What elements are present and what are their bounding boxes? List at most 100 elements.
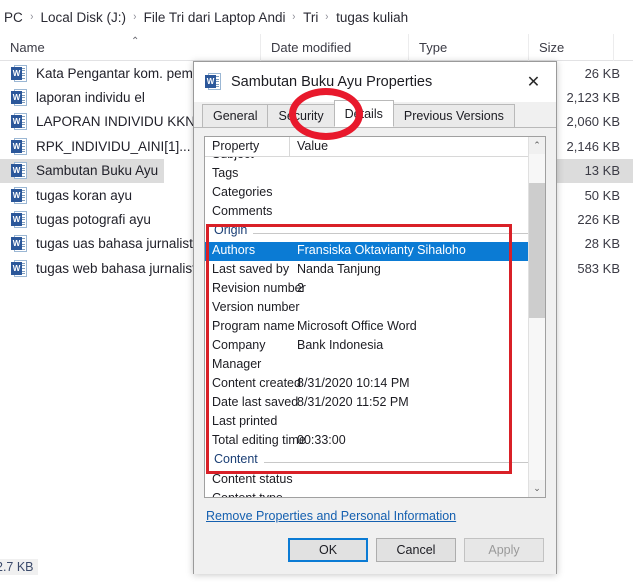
file-name-cell: Wtugas koran ayu <box>0 183 138 207</box>
file-name-cell: Wlaporan individu el <box>0 85 151 109</box>
property-name: Categories <box>212 185 273 199</box>
file-name: Sambutan Buku Ayu <box>36 163 159 179</box>
breadcrumb-item[interactable]: Tri <box>303 10 318 25</box>
word-document-icon: W <box>11 162 28 180</box>
file-name-cell: W Sambutan Buku Ayu <box>0 158 165 183</box>
file-name-cell: Wtugas web bahasa jurnalistik <box>0 256 212 280</box>
cancel-button[interactable]: Cancel <box>376 538 456 562</box>
dialog-title: Sambutan Buku Ayu Properties <box>231 74 433 90</box>
screen: PC › Local Disk (J:) › File Tri dari Laptop … <box>0 0 633 582</box>
tab-details[interactable]: Details <box>333 100 394 127</box>
status-selected-size: 2.7 KB <box>0 559 38 575</box>
property-row[interactable]: Subject <box>205 157 545 165</box>
property-row[interactable]: Company Bank Indonesia <box>205 337 545 356</box>
tab-previous-versions[interactable]: Previous Versions <box>392 104 515 127</box>
close-icon[interactable]: ✕ <box>511 62 556 102</box>
property-value: 8/31/2020 10:14 PM <box>297 376 410 390</box>
file-name: tugas web bahasa jurnalistik <box>36 260 206 276</box>
property-name: Manager <box>212 357 262 371</box>
property-row[interactable]: Last printed <box>205 413 545 432</box>
scrollbar-thumb[interactable] <box>529 183 545 318</box>
property-row[interactable]: Authors Fransiska Oktavianty Sihaloho <box>205 242 545 261</box>
tab-security[interactable]: Security <box>267 104 335 127</box>
header-property: Property <box>212 139 260 153</box>
property-name: Tags <box>212 166 239 180</box>
column-header-name[interactable]: Name ⌃ <box>0 34 260 61</box>
property-value: Nanda Tanjung <box>297 262 381 276</box>
breadcrumb-item[interactable]: Local Disk (J:) <box>40 10 126 25</box>
property-value: 00:33:00 <box>297 433 346 447</box>
properties-list-header: Property Value <box>205 137 545 157</box>
tab-label: General <box>213 109 258 123</box>
group-divider <box>214 233 535 234</box>
word-document-icon: W <box>11 137 28 155</box>
word-document-icon: W <box>11 113 28 131</box>
apply-button: Apply <box>464 538 544 562</box>
breadcrumb-item[interactable]: File Tri dari Laptop Andi <box>144 10 286 25</box>
column-header-size[interactable]: Size <box>528 34 613 61</box>
property-row[interactable]: Comments <box>205 203 545 222</box>
property-name: Content type <box>212 491 283 497</box>
button-label: Apply <box>488 543 520 557</box>
scroll-down-icon[interactable]: ⌄ <box>529 480 545 497</box>
column-label-name: Name <box>10 40 45 55</box>
property-value: Bank Indonesia <box>297 338 384 352</box>
remove-properties-link[interactable]: Remove Properties and Personal Informati… <box>206 509 456 523</box>
breadcrumb-item[interactable]: tugas kuliah <box>336 10 408 25</box>
property-group-header: Origin <box>205 222 545 242</box>
tab-strip: General Security Details Previous Versions <box>194 100 556 128</box>
property-row[interactable]: Content created 8/31/2020 10:14 PM <box>205 375 545 394</box>
dialog-title-bar[interactable]: W Sambutan Buku Ayu Properties ✕ <box>194 62 556 102</box>
breadcrumb-separator: › <box>30 11 34 23</box>
header-divider <box>289 137 290 157</box>
property-row[interactable]: Categories <box>205 184 545 203</box>
property-row[interactable]: Content status <box>205 471 545 490</box>
property-name: Program name <box>212 319 295 333</box>
property-value: 2 <box>297 281 304 295</box>
property-row[interactable]: Content type <box>205 490 545 497</box>
property-row[interactable]: Revision number 2 <box>205 280 545 299</box>
property-row[interactable]: Manager <box>205 356 545 375</box>
column-label-size: Size <box>539 40 565 55</box>
property-name: Date last saved <box>212 395 299 409</box>
word-document-icon: W <box>11 64 28 82</box>
property-row[interactable]: Date last saved 8/31/2020 11:52 PM <box>205 394 545 413</box>
property-row[interactable]: Program name Microsoft Office Word <box>205 318 545 337</box>
file-name: tugas koran ayu <box>36 187 133 203</box>
column-label-date-modified: Date modified <box>271 40 352 55</box>
tab-panel-details: Property Value Subject Tags Categories Comm… <box>194 128 556 574</box>
ok-button[interactable]: OK <box>288 538 368 562</box>
property-name: Subject <box>212 157 254 161</box>
property-row[interactable]: Total editing time 00:33:00 <box>205 432 545 451</box>
dialog-button-row: OK Cancel Apply <box>194 538 556 562</box>
property-name: Content created <box>212 376 301 390</box>
column-header-date-modified[interactable]: Date modified <box>260 34 408 61</box>
breadcrumb-separator: › <box>133 11 137 23</box>
word-document-icon: W <box>11 211 28 229</box>
property-group-header: Content <box>205 451 545 471</box>
column-label-type: Type <box>419 40 448 55</box>
properties-list: Property Value Subject Tags Categories Comm… <box>204 136 546 498</box>
property-value: Microsoft Office Word <box>297 319 417 333</box>
word-document-icon: W <box>11 235 28 253</box>
breadcrumb-item[interactable]: PC <box>4 10 23 25</box>
tab-general[interactable]: General <box>202 104 269 127</box>
column-header-row: Name ⌃ Date modified Type Size <box>0 34 633 61</box>
breadcrumb-separator: › <box>292 11 296 23</box>
property-row[interactable]: Tags <box>205 165 545 184</box>
column-header-type[interactable]: Type <box>408 34 528 61</box>
tab-label: Details <box>344 106 383 121</box>
property-name: Total editing time <box>212 433 306 447</box>
property-name: Last saved by <box>212 262 290 276</box>
property-name: Version number <box>212 300 300 314</box>
property-name: Authors <box>212 243 256 257</box>
breadcrumb[interactable]: PC › Local Disk (J:) › File Tri dari Laptop … <box>0 0 633 34</box>
properties-scrollbar[interactable]: ⌃ ⌄ <box>528 137 545 497</box>
file-name-cell: W RPK_INDIVIDU_AINI[1]... <box>0 134 197 158</box>
scroll-up-icon[interactable]: ⌃ <box>529 137 545 154</box>
header-value: Value <box>297 139 329 153</box>
property-row[interactable]: Last saved by Nanda Tanjung <box>205 261 545 280</box>
property-row[interactable]: Version number <box>205 299 545 318</box>
property-value: 8/31/2020 11:52 PM <box>297 395 409 409</box>
column-header-spacer <box>613 34 633 61</box>
